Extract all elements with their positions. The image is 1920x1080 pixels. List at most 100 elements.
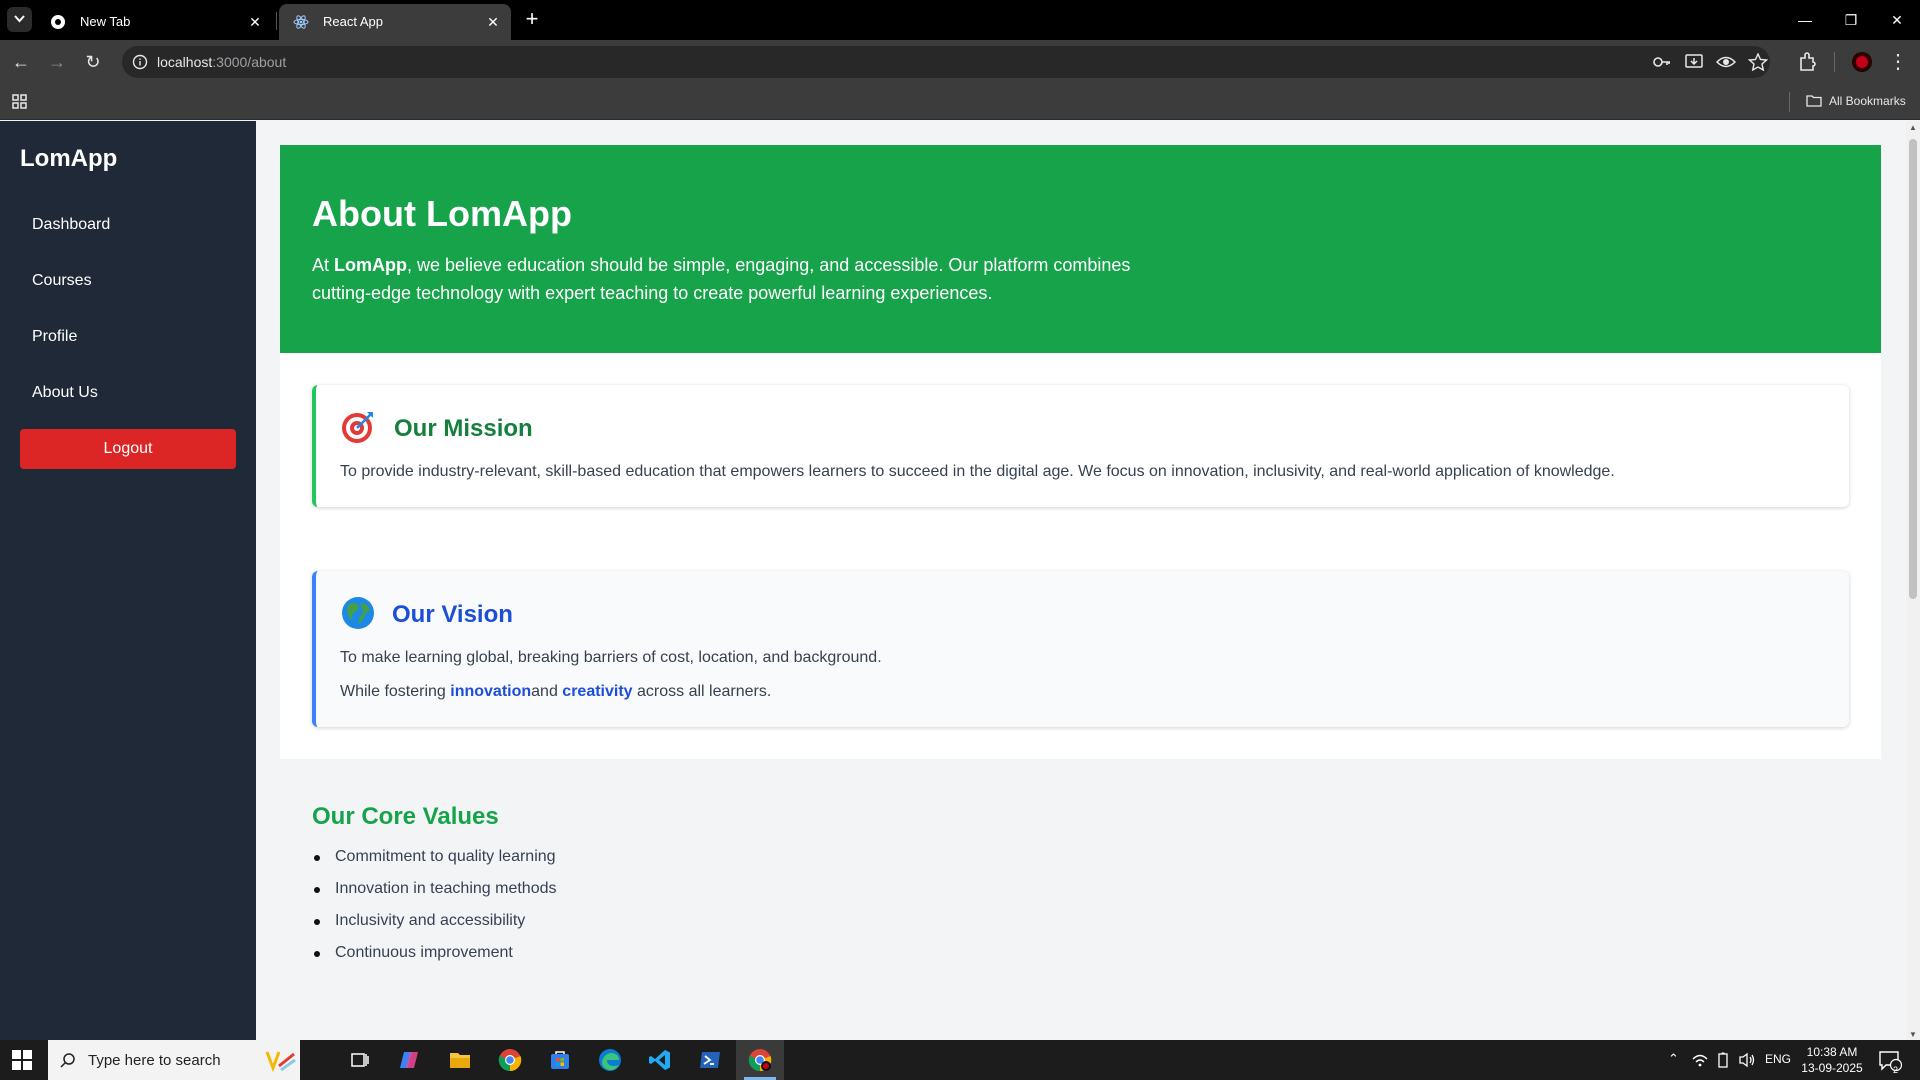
chrome-icon — [498, 1049, 522, 1072]
folder-icon — [450, 1053, 470, 1068]
logout-button[interactable]: Logout — [20, 429, 236, 469]
innovation-link[interactable]: innovation — [450, 683, 531, 700]
bookmark-star-icon[interactable] — [1748, 53, 1768, 71]
terminal-icon — [700, 1052, 720, 1068]
tab-search-button[interactable] — [7, 7, 32, 32]
hero-description: At LomApp, we believe education should b… — [312, 255, 1131, 303]
list-item: Inclusivity and accessibility — [312, 911, 556, 943]
app-logo: LomApp — [20, 145, 118, 172]
taskbar-edge[interactable] — [586, 1040, 634, 1080]
taskbar-chrome[interactable] — [486, 1040, 534, 1080]
scroll-down-arrow-icon[interactable]: ▼ — [1909, 1030, 1917, 1039]
mission-card: Our Mission To provide industry-relevant… — [312, 385, 1849, 507]
chrome-profile-icon — [748, 1049, 772, 1072]
notification-count: 2 — [1893, 1065, 1899, 1075]
tab-separator — [276, 12, 277, 30]
vision-text-line-2: While fostering innovationand creativity… — [340, 683, 772, 700]
task-view-button[interactable] — [336, 1040, 384, 1080]
tab-close-icon[interactable]: ✕ — [483, 12, 503, 32]
tab-react-app[interactable]: React App ✕ — [279, 4, 511, 40]
clock-time: 10:38 AM — [1806, 1045, 1858, 1059]
edge-icon — [599, 1049, 621, 1071]
taskbar-copilot[interactable] — [386, 1040, 434, 1080]
taskbar: Type here to search ⌃ ENG 10:38 AM 13-09… — [0, 1040, 1920, 1080]
new-tab-button[interactable]: + — [520, 8, 544, 32]
search-placeholder: Type here to search — [88, 1052, 221, 1069]
browser-tabstrip: New Tab ✕ React App ✕ + — ❐ ✕ — [0, 0, 1920, 40]
bookmarks-bar: All Bookmarks — [0, 84, 1920, 120]
copilot-icon — [400, 1052, 418, 1068]
key-icon[interactable] — [1652, 53, 1672, 71]
scroll-up-arrow-icon[interactable]: ▲ — [1909, 123, 1917, 132]
main-content: About LomApp At LomApp, we believe educa… — [256, 121, 1906, 1041]
windows-start-icon[interactable] — [12, 1050, 32, 1070]
mission-title: Our Mission — [394, 415, 533, 442]
back-button[interactable]: ← — [8, 49, 34, 75]
show-hidden-icons-button[interactable]: ⌃ — [1668, 1051, 1679, 1067]
scrollbar-thumb[interactable] — [1909, 139, 1917, 599]
browser-toolbar: ← → ↻ localhost:3000/about ⋮ — [0, 40, 1920, 84]
battery-icon[interactable] — [1718, 1052, 1728, 1068]
chrome-icon — [51, 15, 65, 29]
apps-grid-icon[interactable] — [12, 94, 27, 109]
vision-text-line-1: To make learning global, breaking barrie… — [340, 649, 882, 666]
list-item: Commitment to quality learning — [312, 847, 556, 879]
url-text: localhost:3000/about — [157, 54, 287, 70]
taskbar-store[interactable] — [536, 1040, 584, 1080]
close-window-button[interactable]: ✕ — [1874, 6, 1920, 34]
wifi-icon[interactable] — [1692, 1052, 1708, 1068]
restore-button[interactable]: ❐ — [1828, 6, 1874, 34]
eye-icon[interactable] — [1716, 53, 1736, 71]
tab-title: React App — [323, 14, 383, 29]
tab-new-tab[interactable]: New Tab ✕ — [36, 4, 273, 40]
address-bar[interactable]: localhost:3000/about — [122, 46, 1770, 78]
vscode-icon — [649, 1050, 670, 1070]
vision-card: Our Vision To make learning global, brea… — [312, 571, 1849, 727]
tab-close-icon[interactable]: ✕ — [245, 12, 265, 32]
extensions-icon[interactable] — [1796, 50, 1820, 74]
taskbar-powershell[interactable] — [686, 1040, 734, 1080]
list-item: Continuous improvement — [312, 943, 556, 975]
sidebar: LomApp Dashboard Courses Profile About U… — [0, 121, 256, 1041]
folder-icon — [1806, 95, 1822, 107]
target-icon — [342, 412, 373, 443]
language-indicator[interactable]: ENG — [1765, 1052, 1791, 1066]
sidebar-item-courses[interactable]: Courses — [32, 272, 92, 290]
hero-brand-name: LomApp — [334, 255, 407, 275]
menu-kebab-icon[interactable]: ⋮ — [1886, 50, 1910, 74]
install-app-icon[interactable] — [1684, 53, 1704, 71]
list-item: Innovation in teaching methods — [312, 879, 556, 911]
minimize-button[interactable]: — — [1782, 6, 1828, 34]
reload-button[interactable]: ↻ — [80, 49, 106, 75]
taskbar-chrome-active[interactable] — [736, 1040, 784, 1080]
forward-button[interactable]: → — [44, 49, 70, 75]
taskbar-vscode[interactable] — [636, 1040, 684, 1080]
task-view-icon — [351, 1053, 369, 1067]
taskbar-file-explorer[interactable] — [436, 1040, 484, 1080]
search-highlight-icon — [265, 1051, 296, 1073]
taskbar-clock[interactable]: 10:38 AM 13-09-2025 — [1800, 1044, 1864, 1076]
globe-icon — [342, 597, 374, 629]
core-values-title: Our Core Values — [312, 803, 499, 830]
chevron-down-icon — [14, 15, 25, 23]
store-icon — [551, 1051, 569, 1069]
sidebar-item-dashboard[interactable]: Dashboard — [32, 216, 110, 234]
sidebar-item-profile[interactable]: Profile — [32, 328, 77, 346]
taskbar-search-box[interactable]: Type here to search — [48, 1040, 300, 1080]
profile-avatar-icon[interactable] — [1850, 50, 1874, 74]
creativity-link[interactable]: creativity — [562, 683, 632, 700]
sidebar-item-about-us[interactable]: About Us — [32, 384, 98, 402]
clock-date: 13-09-2025 — [1801, 1061, 1863, 1075]
all-bookmarks-label: All Bookmarks — [1829, 94, 1906, 108]
toolbar-separator — [1834, 52, 1835, 72]
notifications-icon[interactable] — [1878, 1050, 1902, 1072]
core-values-list: Commitment to quality learning Innovatio… — [312, 847, 556, 975]
react-icon — [293, 15, 309, 29]
volume-icon[interactable] — [1738, 1052, 1756, 1068]
page-title: About LomApp — [312, 193, 572, 234]
page-scrollbar[interactable]: ▲ ▼ — [1906, 121, 1920, 1041]
tab-title: New Tab — [80, 14, 131, 29]
search-icon — [60, 1053, 75, 1068]
bookmarks-separator — [1789, 92, 1790, 112]
site-info-icon[interactable] — [132, 54, 148, 70]
